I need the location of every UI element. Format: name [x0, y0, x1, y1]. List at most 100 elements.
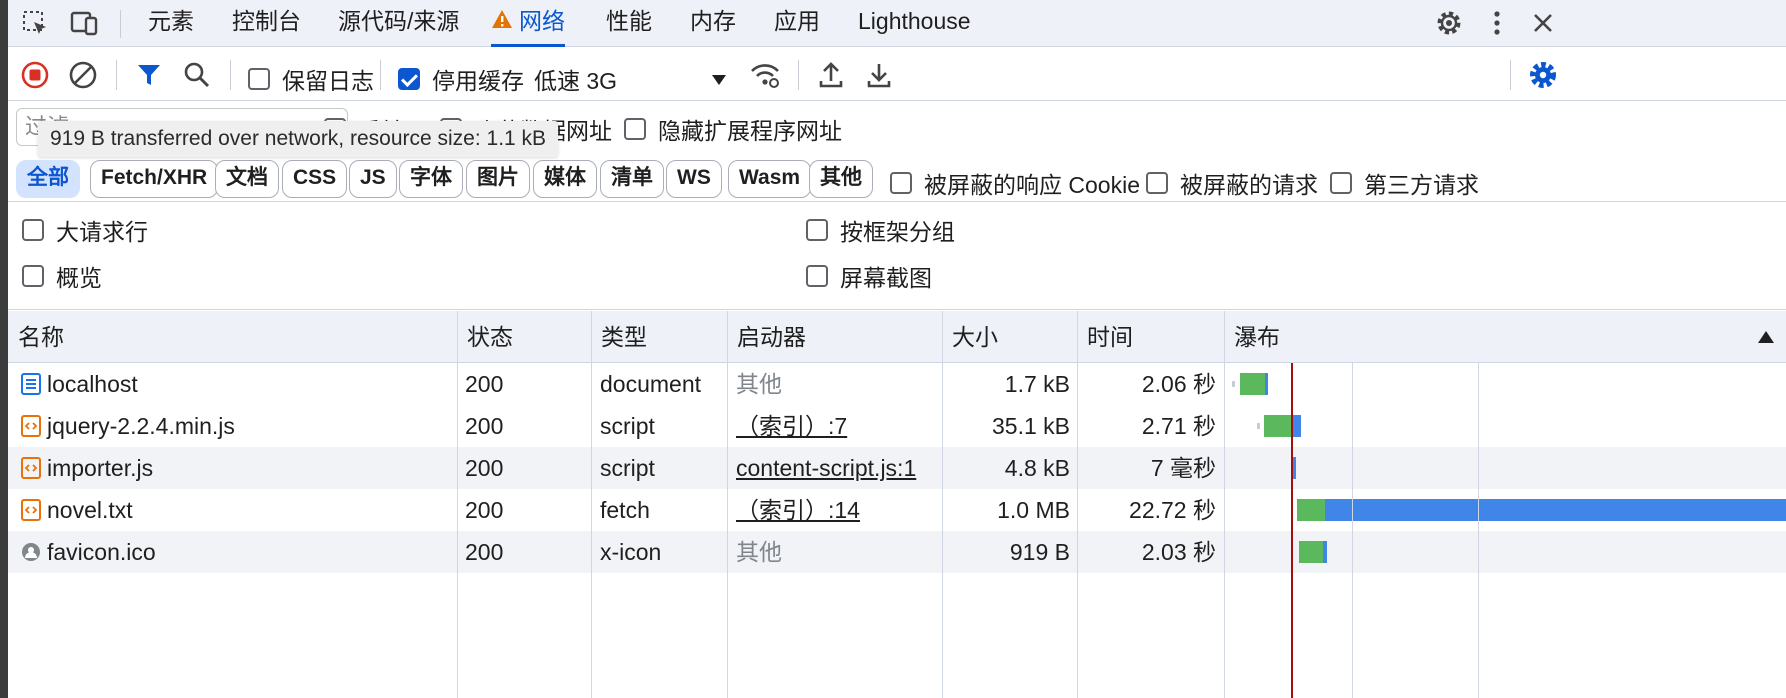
overview-box[interactable] [22, 265, 44, 287]
row-initiator: 其他 [736, 539, 782, 565]
row-status: 200 [465, 455, 504, 481]
chip-fetch-xhr[interactable]: Fetch/XHR [90, 160, 219, 198]
throttling-select[interactable]: 低速 3G [534, 62, 734, 96]
hide-extension-urls-checkbox[interactable]: 隐藏扩展程序网址 [624, 112, 842, 146]
row-type: script [600, 455, 655, 481]
clear-icon[interactable] [66, 58, 100, 92]
tab-console[interactable]: 控制台 [232, 0, 301, 47]
big-request-rows-box[interactable] [22, 219, 44, 241]
waterfall-queue-bar [1232, 381, 1235, 387]
chip-ws[interactable]: WS [666, 160, 722, 198]
row-initiator-link[interactable]: content-script.js:1 [736, 447, 916, 489]
inspect-element-icon[interactable] [18, 6, 52, 40]
chip-img[interactable]: 图片 [466, 160, 530, 198]
row-status: 200 [465, 497, 504, 523]
load-event-marker [1291, 363, 1293, 698]
col-waterfall[interactable]: 瀑布 [1224, 311, 1786, 363]
column-divider[interactable] [1077, 311, 1078, 698]
export-har-icon[interactable] [862, 58, 896, 92]
disable-cache-box[interactable] [398, 68, 420, 90]
import-har-icon[interactable] [814, 58, 848, 92]
chip-js[interactable]: JS [349, 160, 397, 198]
column-divider[interactable] [1224, 311, 1225, 698]
column-divider[interactable] [727, 311, 728, 698]
third-party-box[interactable] [1330, 172, 1352, 194]
chip-all[interactable]: 全部 [16, 160, 80, 198]
row-size: 35.1 kB [992, 413, 1070, 439]
throttling-value: 低速 3G [534, 68, 618, 94]
blocked-requests-checkbox[interactable]: 被屏蔽的请求 [1146, 166, 1318, 200]
group-by-frame-checkbox[interactable]: 按框架分组 [806, 213, 955, 247]
tab-application[interactable]: 应用 [774, 0, 820, 47]
network-settings-icon[interactable] [1526, 58, 1560, 92]
screenshots-checkbox[interactable]: 屏幕截图 [806, 259, 932, 293]
toolbar-separator [230, 60, 231, 90]
column-divider[interactable] [942, 311, 943, 698]
chip-font[interactable]: 字体 [399, 160, 463, 198]
column-divider[interactable] [591, 311, 592, 698]
tab-network[interactable]: 网络 [491, 0, 565, 47]
col-type[interactable]: 类型 [591, 311, 647, 363]
col-name[interactable]: 名称 [8, 311, 64, 363]
waterfall-download-bar [1325, 499, 1786, 521]
table-row[interactable]: localhost 200 document 其他 1.7 kB 2.06 秒 [8, 363, 1786, 405]
big-request-rows-checkbox[interactable]: 大请求行 [22, 213, 148, 247]
table-row[interactable]: favicon.ico 200 x-icon 其他 919 B 2.03 秒 [8, 531, 1786, 573]
chip-manifest[interactable]: 清单 [600, 160, 664, 198]
row-initiator-link[interactable]: （索引）:14 [736, 489, 860, 531]
document-icon [20, 373, 42, 395]
chip-wasm[interactable]: Wasm [728, 160, 812, 198]
row-status: 200 [465, 539, 504, 565]
table-row[interactable]: jquery-2.2.4.min.js 200 script （索引）:7 35… [8, 405, 1786, 447]
network-settings-options: 大请求行 按框架分组 概览 屏幕截图 [8, 203, 1786, 310]
table-row[interactable]: novel.txt 200 fetch （索引）:14 1.0 MB 22.72… [8, 489, 1786, 531]
tab-sources[interactable]: 源代码/来源 [338, 0, 459, 47]
preserve-log-box[interactable] [248, 68, 270, 90]
disable-cache-checkbox[interactable]: 停用缓存 [398, 62, 524, 96]
row-type: x-icon [600, 539, 662, 565]
third-party-checkbox[interactable]: 第三方请求 [1330, 166, 1479, 200]
row-initiator-link[interactable]: （索引）:7 [736, 405, 847, 447]
tab-performance[interactable]: 性能 [606, 0, 652, 47]
row-time: 2.06 秒 [1141, 371, 1216, 397]
waterfall-gridline [1478, 363, 1479, 698]
tab-separator [120, 10, 121, 38]
column-divider[interactable] [457, 311, 458, 698]
devtools-tab-bar: 元素 控制台 源代码/来源 网络 性能 内存 应用 Lighthouse [8, 0, 1786, 47]
col-initiator[interactable]: 启动器 [727, 311, 806, 363]
group-by-frame-box[interactable] [806, 219, 828, 241]
waterfall-queue-bar [1257, 423, 1260, 429]
network-conditions-icon[interactable] [748, 58, 782, 92]
chip-css[interactable]: CSS [282, 160, 348, 198]
warning-icon [491, 0, 513, 42]
preserve-log-checkbox[interactable]: 保留日志 [248, 62, 374, 96]
search-icon[interactable] [180, 58, 214, 92]
more-options-icon[interactable] [1480, 6, 1514, 40]
hide-extension-urls-box[interactable] [624, 118, 646, 140]
row-name: jquery-2.2.4.min.js [47, 413, 235, 439]
blocked-requests-box[interactable] [1146, 172, 1168, 194]
left-edge [0, 0, 8, 698]
chip-other[interactable]: 其他 [809, 160, 873, 198]
close-icon[interactable] [1526, 6, 1560, 40]
tab-elements[interactable]: 元素 [148, 0, 194, 47]
blocked-cookies-checkbox[interactable]: 被屏蔽的响应 Cookie [890, 166, 1140, 200]
col-status[interactable]: 状态 [457, 311, 513, 363]
filter-funnel-icon[interactable] [132, 58, 166, 92]
row-time: 2.03 秒 [1141, 539, 1216, 565]
chip-doc[interactable]: 文档 [215, 160, 279, 198]
device-toolbar-icon[interactable] [68, 6, 102, 40]
col-time[interactable]: 时间 [1077, 311, 1133, 363]
settings-gear-icon[interactable] [1432, 6, 1466, 40]
resource-type-filters: 全部 Fetch/XHR 文档 CSS JS 字体 图片 媒体 清单 WS Wa… [8, 154, 1786, 202]
overview-checkbox[interactable]: 概览 [22, 259, 102, 293]
table-row[interactable]: importer.js 200 script content-script.js… [8, 447, 1786, 489]
blocked-cookies-box[interactable] [890, 172, 912, 194]
screenshots-box[interactable] [806, 265, 828, 287]
record-stop-icon[interactable] [18, 58, 52, 92]
row-name: importer.js [47, 455, 154, 481]
col-size[interactable]: 大小 [942, 311, 998, 363]
tab-lighthouse[interactable]: Lighthouse [858, 0, 971, 47]
chip-media[interactable]: 媒体 [533, 160, 597, 198]
tab-memory[interactable]: 内存 [690, 0, 736, 47]
